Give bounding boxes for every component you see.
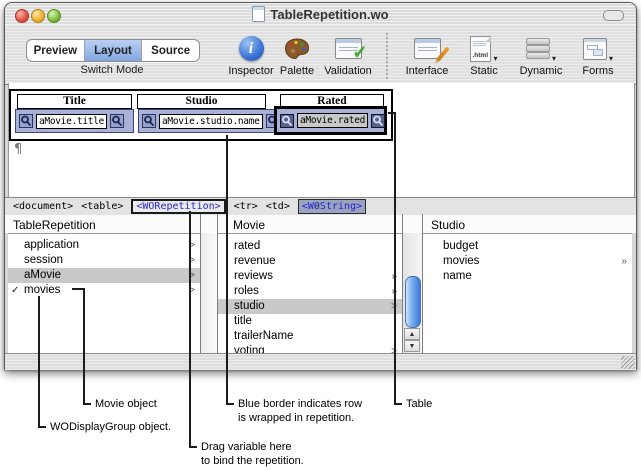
list-item[interactable]: application> (8, 238, 200, 253)
callout-line (189, 446, 197, 448)
callout-line (189, 211, 191, 448)
html-table-element[interactable]: Title Studio Rated aMovie.title aMovie.s… (9, 89, 393, 141)
segment-source[interactable]: Source (142, 40, 199, 61)
repetition-cell-title[interactable]: aMovie.title (15, 109, 134, 133)
resize-grip[interactable] (621, 356, 635, 369)
browser-column-title: Studio (431, 218, 465, 232)
dropdown-arrow-icon: ▾ (609, 54, 613, 63)
list-item[interactable]: session> (8, 253, 200, 268)
dynamic-elements-icon (526, 38, 550, 60)
list-item-selected[interactable]: studio> (218, 299, 402, 314)
list-item[interactable]: name (423, 269, 632, 284)
list-item[interactable]: title (218, 314, 402, 329)
list-item[interactable]: revenue (218, 254, 402, 269)
list-item[interactable]: reviews» (218, 269, 402, 284)
annotation-wodisplaygroup: WODisplayGroup object. (50, 420, 171, 434)
toolbar: Preview Layout Source Switch Mode i Insp… (5, 25, 636, 85)
path-tr[interactable]: <tr> (234, 201, 258, 212)
wostring-element-icon (142, 114, 156, 128)
palette-button[interactable]: Palette (276, 34, 318, 77)
toolbar-separator (386, 33, 388, 79)
list-item[interactable]: movies» (423, 254, 632, 269)
window-bottom-bar (5, 353, 636, 370)
app-window: TableRepetition.wo Preview Layout Source… (4, 2, 637, 370)
callout-line (83, 288, 85, 405)
repetition-cell-studio[interactable]: aMovie.studio.name (138, 109, 276, 133)
static-button[interactable]: .html▾ Static (461, 34, 507, 77)
callout-line (394, 112, 396, 405)
validation-button[interactable]: ✓ Validation (320, 34, 376, 77)
list-item[interactable]: ✓movies> (8, 283, 200, 298)
inspector-button[interactable]: i Inspector (227, 34, 275, 77)
dropdown-arrow-icon: ▾ (493, 54, 497, 63)
callout-line (226, 403, 234, 405)
toolbar-toggle-pill[interactable] (603, 10, 624, 21)
path-td[interactable]: <td> (266, 201, 290, 212)
annotation-blue-border: Blue border indicates row is wrapped in … (238, 397, 362, 425)
segment-preview[interactable]: Preview (27, 40, 85, 61)
segment-layout[interactable]: Layout (85, 40, 143, 61)
table-header-title[interactable]: Title (17, 94, 132, 109)
path-document[interactable]: <document> (13, 201, 73, 212)
annotation-table: Table (406, 397, 432, 411)
forms-button[interactable]: ▾ Forms (575, 34, 621, 77)
list-item[interactable]: trailerName (218, 329, 402, 344)
list-item[interactable]: voting> (218, 344, 402, 353)
scroll-up-hint-icon: ^ (311, 203, 323, 213)
path-table[interactable]: <table> (81, 201, 123, 212)
path-worepetition[interactable]: <WORepetition> (131, 199, 225, 214)
binding-title[interactable]: aMovie.title (36, 114, 107, 129)
callout-line (226, 135, 228, 405)
callout-line (38, 426, 46, 428)
scroll-up-button[interactable]: ▲ (404, 328, 420, 340)
browser-column-title: Movie (233, 218, 265, 232)
forms-icon (583, 38, 607, 60)
list-item[interactable]: budget (423, 239, 632, 254)
list-item[interactable]: roles» (218, 284, 402, 299)
scroll-down-button[interactable]: ▼ (404, 340, 420, 352)
binding-studio-name[interactable]: aMovie.studio.name (159, 114, 263, 129)
dynamic-button[interactable]: ▾ Dynamic (513, 34, 569, 77)
callout-line (394, 403, 402, 405)
list-item-selected[interactable]: aMovie> (8, 268, 200, 283)
switch-mode-caption: Switch Mode (26, 64, 198, 76)
interface-icon (414, 38, 441, 59)
browser-column-title: TableRepetition (13, 218, 96, 232)
browser-column-studio: budget movies» name (423, 233, 632, 353)
annotation-drag-variable: Drag variable here to bind the repetitio… (201, 440, 304, 468)
path-wostring-selected[interactable]: <WOString> (298, 199, 366, 214)
title-bar[interactable]: TableRepetition.wo (5, 3, 636, 26)
annotation-movie-object: Movie object (95, 397, 157, 411)
wostring-element-icon (19, 114, 33, 128)
list-item[interactable]: rated (218, 239, 402, 254)
mode-segmented-control: Preview Layout Source (26, 39, 200, 62)
palette-icon (284, 37, 310, 61)
interface-button[interactable]: Interface (401, 34, 453, 77)
binding-rated[interactable]: aMovie.rated (297, 113, 368, 128)
info-icon: i (239, 36, 264, 61)
browser-column-tablerepetition: application> session> aMovie> ✓movies> (8, 233, 200, 353)
wostring-element-icon (110, 114, 124, 128)
chevron-double-icon: » (621, 254, 627, 269)
wostring-element-icon (280, 114, 294, 128)
repetition-cell-rated-selected[interactable]: aMovie.rated (274, 106, 387, 135)
column2-scrollbar[interactable]: ▲ ▼ (403, 233, 422, 353)
static-html-icon: .html (470, 36, 491, 62)
table-header-studio[interactable]: Studio (137, 94, 266, 109)
browser-column-movie: rated revenue reviews» roles» studio> ti… (218, 233, 402, 353)
callout-line (83, 403, 91, 405)
wostring-element-icon (371, 114, 385, 128)
pilcrow-mark: ¶ (14, 142, 22, 157)
document-icon (252, 6, 265, 22)
scrollbar-thumb[interactable] (405, 276, 421, 328)
validation-icon: ✓ (335, 38, 362, 59)
dropdown-arrow-icon: ▾ (552, 54, 556, 63)
column1-scrollbar-track[interactable] (201, 233, 217, 353)
checkmark-icon: ✓ (11, 283, 19, 298)
callout-line (38, 296, 40, 428)
window-title: TableRepetition.wo (5, 6, 636, 22)
browser-header-row: TableRepetition Movie Studio (5, 215, 636, 233)
